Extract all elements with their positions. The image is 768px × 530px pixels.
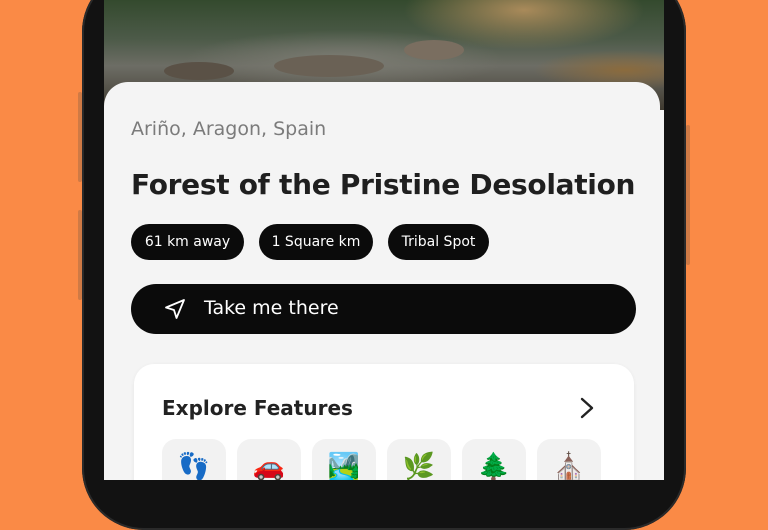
church-icon[interactable]: ⛪: [537, 439, 601, 480]
herb-icon[interactable]: 🌿: [387, 439, 451, 480]
take-me-there-button[interactable]: Take me there: [131, 284, 636, 334]
phone-side-button: [78, 210, 82, 300]
phone-side-button: [686, 125, 690, 265]
explore-features-title: Explore Features: [162, 396, 353, 420]
explore-features-section: Explore Features 👣 🚗 🏞️ 🌿 🌲 ⛪: [134, 364, 634, 480]
landscape-icon[interactable]: 🏞️: [312, 439, 376, 480]
navigation-arrow-icon: [165, 299, 185, 319]
chevron-right-icon[interactable]: [577, 396, 597, 420]
distance-chip[interactable]: 61 km away: [131, 224, 244, 260]
take-me-there-label: Take me there: [204, 297, 339, 319]
place-location: Ariño, Aragon, Spain: [131, 118, 327, 140]
rock-shape: [164, 62, 234, 80]
place-details-card: Ariño, Aragon, Spain Forest of the Prist…: [104, 82, 660, 480]
rock-shape: [274, 55, 384, 77]
car-icon[interactable]: 🚗: [237, 439, 301, 480]
footprints-icon[interactable]: 👣: [162, 439, 226, 480]
phone-side-button: [78, 92, 82, 182]
place-title: Forest of the Pristine Desolation: [131, 168, 636, 201]
tree-icon[interactable]: 🌲: [462, 439, 526, 480]
rock-shape: [404, 40, 464, 60]
area-chip[interactable]: 1 Square km: [259, 224, 373, 260]
app-screen: Ariño, Aragon, Spain Forest of the Prist…: [104, 0, 664, 480]
category-chip[interactable]: Tribal Spot: [388, 224, 489, 260]
